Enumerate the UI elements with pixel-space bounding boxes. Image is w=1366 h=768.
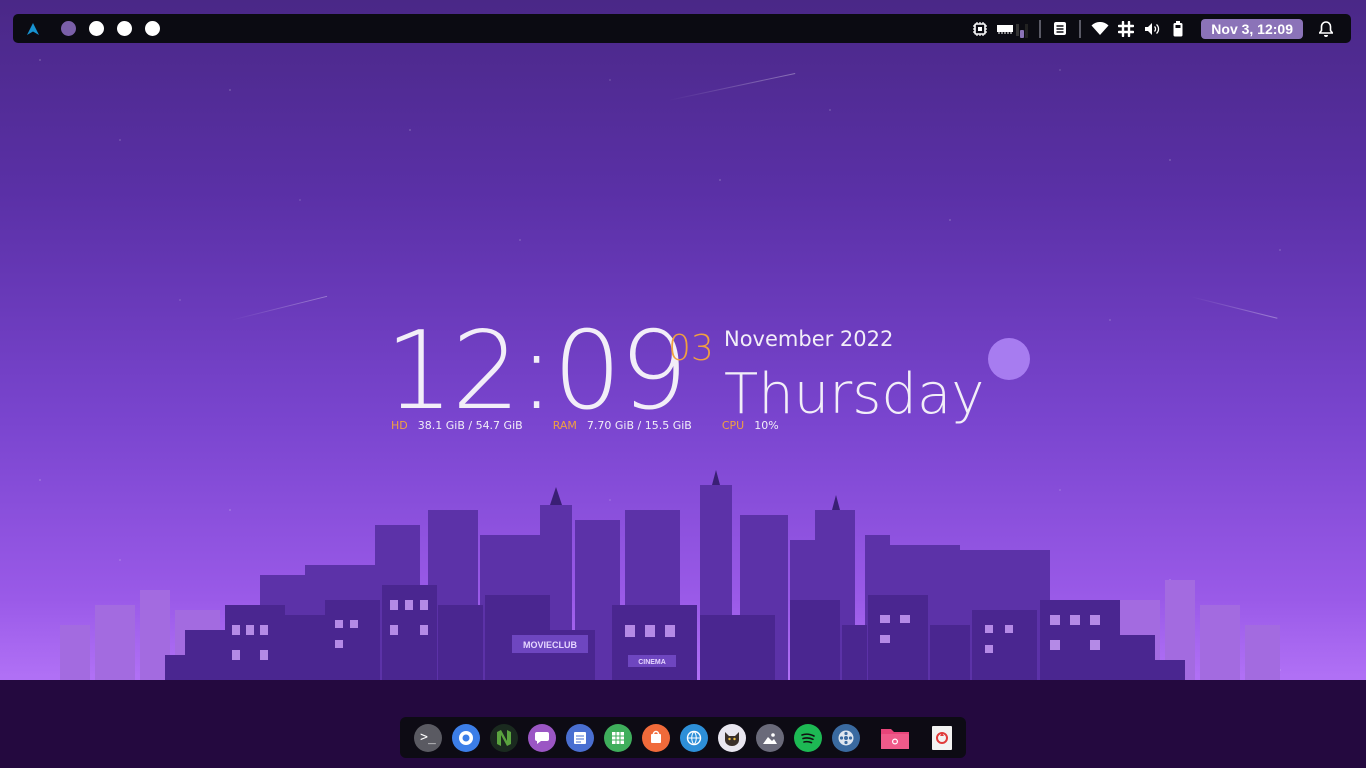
city-skyline-wallpaper: MOVIECLUB CINEMA	[60, 470, 1280, 680]
volume-icon[interactable]	[1142, 19, 1162, 39]
cinema-sign: CINEMA	[638, 659, 666, 666]
datetime-pill[interactable]: Nov 3, 12:09	[1201, 18, 1303, 39]
top-panel: Nov 3, 12:09	[13, 14, 1351, 43]
panel-separator	[1039, 19, 1042, 38]
memory-icon[interactable]	[996, 19, 1030, 39]
wifi-icon[interactable]	[1090, 19, 1110, 39]
app-store-icon[interactable]	[642, 723, 670, 752]
clock-day: 03	[668, 328, 714, 369]
movieclub-sign: MOVIECLUB	[523, 640, 578, 650]
meteor-streak	[229, 295, 328, 321]
slack-icon[interactable]	[1116, 19, 1136, 39]
trash-icon[interactable]	[930, 724, 954, 752]
terminal-icon[interactable]: >_	[414, 723, 442, 752]
panel-separator	[1079, 19, 1082, 38]
stat-value: 38.1 GiB / 54.7 GiB	[417, 419, 523, 432]
arch-linux-icon[interactable]	[25, 21, 41, 37]
panel-left	[25, 21, 173, 37]
text-editor-icon[interactable]	[566, 723, 594, 752]
workspace-1[interactable]	[61, 21, 76, 36]
stat-label: HD	[391, 419, 408, 432]
neovim-icon[interactable]	[490, 723, 518, 752]
clock-month-year: November 2022	[724, 327, 894, 351]
spreadsheet-icon[interactable]	[604, 723, 632, 752]
panel-right: Nov 3, 12:09	[967, 14, 1339, 43]
cat-app-icon[interactable]	[718, 723, 746, 752]
system-stats: HD 38.1 GiB / 54.7 GiB RAM 7.70 GiB / 15…	[391, 419, 809, 432]
chromium-icon[interactable]	[452, 723, 480, 752]
workspace-2[interactable]	[89, 21, 104, 36]
web-browser-icon[interactable]	[680, 723, 708, 752]
stat-value: 7.70 GiB / 15.5 GiB	[586, 419, 692, 432]
moon	[988, 338, 1030, 380]
battery-icon[interactable]	[1168, 19, 1188, 39]
clock-weekday: Thursday	[724, 362, 985, 427]
notification-bell-icon[interactable]	[1316, 19, 1336, 39]
stat-label: RAM	[552, 419, 577, 432]
stat-value: 10%	[754, 419, 779, 432]
cpu-icon[interactable]	[970, 19, 990, 39]
film-reel-icon[interactable]	[832, 723, 860, 752]
workspace-3[interactable]	[117, 21, 132, 36]
meteor-streak	[667, 72, 796, 101]
workspace-4[interactable]	[145, 21, 160, 36]
hexchat-icon[interactable]	[528, 723, 556, 752]
clock-time: 12:09	[385, 309, 688, 434]
clipboard-icon[interactable]	[1050, 19, 1070, 39]
spotify-icon[interactable]	[794, 723, 822, 752]
dock: >_	[400, 717, 966, 758]
image-viewer-icon[interactable]	[756, 723, 784, 752]
stat-label: CPU	[721, 419, 745, 432]
files-folder-icon[interactable]	[880, 724, 910, 752]
meteor-streak	[1189, 296, 1278, 319]
